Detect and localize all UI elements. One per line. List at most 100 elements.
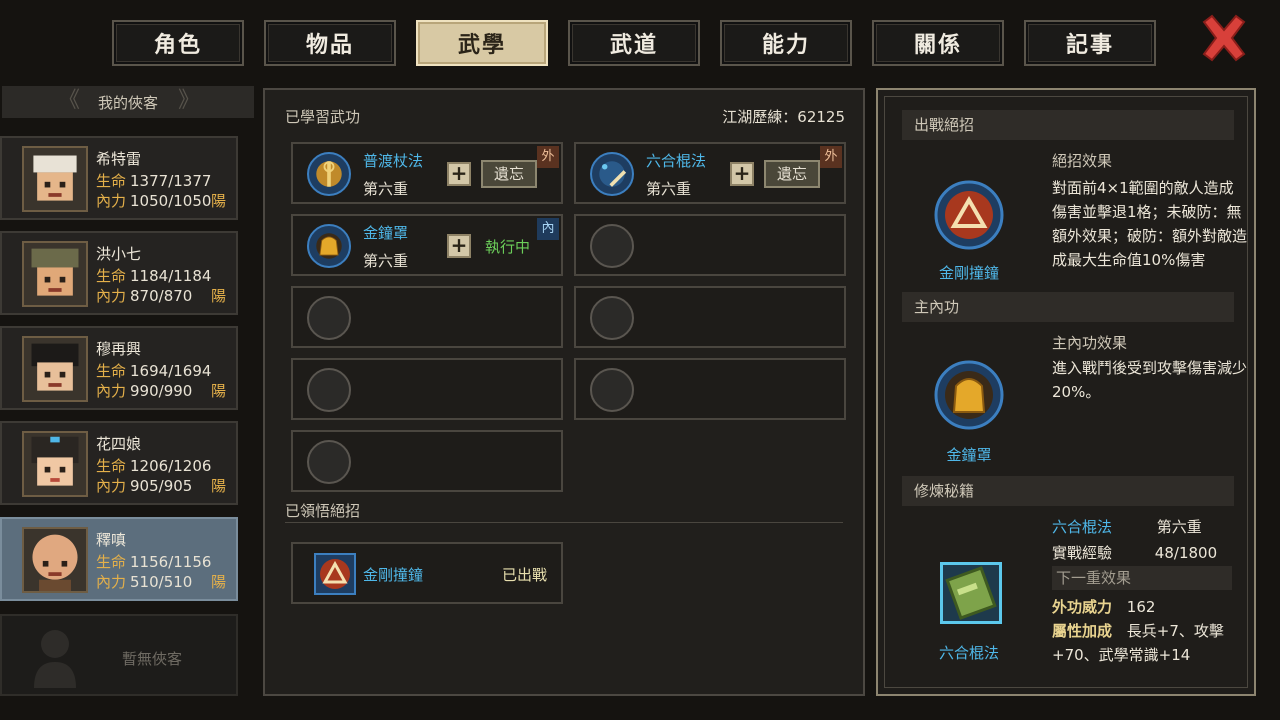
ultimate-status: 已出戰 — [501, 566, 547, 584]
inner-effect-text: 進入戰鬥後受到攻擊傷害減少20%。 — [1052, 359, 1248, 401]
hp-value: 1377/1377 — [130, 172, 212, 190]
mp-value: 1050/1050 — [130, 192, 212, 210]
skill-slot-3[interactable]: 金鐘罩 第六重 + 執行中 內 — [291, 214, 563, 276]
skill-slot-1[interactable]: 普渡杖法 第六重 + 遺忘 外 — [291, 142, 563, 204]
upgrade-button[interactable]: + — [447, 162, 471, 186]
mp-label: 內力 — [96, 192, 127, 210]
training-caption: 六合棍法 — [938, 644, 999, 662]
training-exp-row: 實戰經驗 48/1800 — [1052, 542, 1217, 563]
empty-skill-slot[interactable] — [574, 286, 846, 348]
affinity-badge: 陽 — [210, 382, 226, 400]
empty-slot-icon — [307, 440, 351, 484]
hero-card-2[interactable]: 洪小七 生命 1184/1184 內力 870/870 陽 — [0, 231, 238, 315]
upgrade-button[interactable]: + — [730, 162, 754, 186]
exp-value: 48/1800 — [1154, 544, 1218, 562]
empty-slot-icon — [307, 296, 351, 340]
external-tag: 外 — [537, 146, 559, 168]
hero-name: 希特雷 — [96, 150, 142, 168]
staff-icon — [590, 152, 634, 196]
tab-martial-path[interactable]: 武道 — [568, 20, 700, 66]
staff-icon — [307, 152, 351, 196]
hero-name: 穆再興 — [96, 340, 142, 358]
ultimate-slot[interactable]: 金剛撞鐘 已出戰 — [291, 542, 563, 604]
skill-level: 第六重 — [646, 180, 692, 198]
mp-label: 內力 — [96, 382, 127, 400]
empty-hero-slot: 暫無俠客 — [0, 614, 238, 696]
chevron-left-icon: 《 — [58, 88, 81, 113]
tab-journal[interactable]: 記事 — [1024, 20, 1156, 66]
ultimates-title: 已領悟絕招 — [285, 502, 361, 520]
portrait-icon — [22, 146, 88, 212]
bonus-value-1: 長兵+7、攻擊 — [1126, 622, 1224, 640]
skill-name: 六合棍法 — [646, 152, 707, 170]
empty-slot-icon — [307, 368, 351, 412]
training-skill-level: 第六重 — [1156, 518, 1202, 536]
empty-skill-slot[interactable] — [574, 358, 846, 420]
affinity-badge: 陽 — [210, 477, 226, 495]
empty-skill-slot[interactable] — [574, 214, 846, 276]
empty-skill-slot[interactable] — [291, 286, 563, 348]
mp-row: 內力 510/510 — [96, 571, 192, 592]
skill-slot-2[interactable]: 六合棍法 第六重 + 遺忘 外 — [574, 142, 846, 204]
hero-name: 釋嗔 — [96, 531, 127, 549]
portrait-icon — [22, 527, 88, 593]
forget-button[interactable]: 遺忘 — [481, 160, 537, 188]
ultimate-name: 金剛撞鐘 — [363, 566, 424, 584]
flame-seal-icon — [934, 180, 1004, 250]
hp-label: 生命 — [96, 553, 127, 571]
person-silhouette-icon — [34, 630, 76, 688]
empty-skill-slot[interactable] — [291, 430, 563, 492]
roster-title-text: 我的俠客 — [97, 93, 158, 112]
mp-value: 870/870 — [130, 287, 193, 305]
inner-skill-head: 主內功 — [902, 292, 1234, 322]
mp-row: 內力 870/870 — [96, 285, 192, 306]
flame-seal-icon — [314, 553, 356, 595]
battle-caption: 金剛撞鐘 — [938, 264, 999, 282]
bonus-row-continued: +70、武學常識+14 — [1052, 644, 1190, 665]
divider — [285, 522, 843, 523]
mp-row: 內力 990/990 — [96, 380, 192, 401]
mp-label: 內力 — [96, 573, 127, 591]
close-icon[interactable] — [1198, 14, 1250, 64]
tab-relations[interactable]: 關係 — [872, 20, 1004, 66]
forget-button[interactable]: 遺忘 — [764, 160, 820, 188]
empty-slot-label: 暫無俠客 — [122, 650, 183, 668]
hp-value: 1206/1206 — [130, 457, 212, 475]
upgrade-button[interactable]: + — [447, 234, 471, 258]
mp-label: 內力 — [96, 287, 127, 305]
inner-effect-title: 主內功效果 — [1052, 334, 1128, 352]
running-status: 執行中 — [485, 238, 531, 256]
empty-skill-slot[interactable] — [291, 358, 563, 420]
tab-abilities[interactable]: 能力 — [720, 20, 852, 66]
tab-items[interactable]: 物品 — [264, 20, 396, 66]
hero-name: 花四娘 — [96, 435, 142, 453]
battle-effect-text: 對面前4×1範圍的敵人造成傷害並擊退1格；未破防：無額外效果；破防：額外對敵造成… — [1052, 179, 1248, 269]
empty-slot-icon — [590, 296, 634, 340]
tab-martial-arts[interactable]: 武學 — [416, 20, 548, 66]
hero-card-1[interactable]: 希特雷 生命 1377/1377 內力 1050/1050 陽 — [0, 136, 238, 220]
mp-value: 905/905 — [130, 477, 193, 495]
portrait-icon — [22, 241, 88, 307]
hp-row: 生命 1694/1694 — [96, 360, 211, 381]
hero-card-4[interactable]: 花四娘 生命 1206/1206 內力 905/905 陽 — [0, 421, 238, 505]
internal-tag: 內 — [537, 218, 559, 240]
hp-row: 生命 1377/1377 — [96, 170, 211, 191]
hero-card-5[interactable]: 釋嗔 生命 1156/1156 內力 510/510 陽 — [0, 517, 238, 601]
hero-card-3[interactable]: 穆再興 生命 1694/1694 內力 990/990 陽 — [0, 326, 238, 410]
hero-name: 洪小七 — [96, 245, 142, 263]
mp-row: 內力 905/905 — [96, 475, 192, 496]
affinity-badge: 陽 — [210, 287, 226, 305]
skill-name: 普渡杖法 — [363, 152, 424, 170]
tab-character[interactable]: 角色 — [112, 20, 244, 66]
hp-label: 生命 — [96, 457, 127, 475]
learned-title: 已學習武功 — [285, 108, 361, 126]
golden-bell-icon — [307, 224, 351, 268]
experience-total: 江湖歷練：62125 — [722, 108, 845, 126]
detail-panel: 出戰絕招 金剛撞鐘 絕招效果 對面前4×1範圍的敵人造成傷害並擊退1格；未破防：… — [876, 88, 1256, 696]
exp-label: 實戰經驗 — [1052, 544, 1113, 562]
training-skill-row: 六合棍法 第六重 — [1052, 516, 1202, 537]
skill-name: 金鐘罩 — [363, 224, 409, 242]
battle-effect-title: 絕招效果 — [1052, 152, 1113, 170]
hp-value: 1156/1156 — [130, 553, 212, 571]
manual-book-icon[interactable] — [940, 562, 1002, 624]
